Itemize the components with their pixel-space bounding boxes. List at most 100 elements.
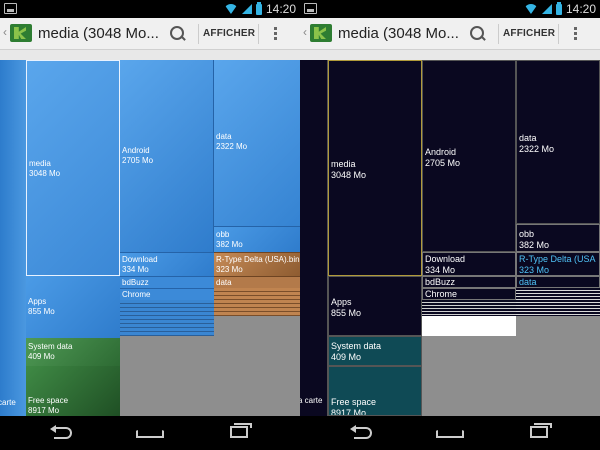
status-bar: 14:20	[300, 0, 600, 18]
page-title: media (3048 Mo...	[338, 25, 459, 42]
cell-name: media	[29, 159, 51, 168]
treemap-cell-data[interactable]: data 2322 Mo	[516, 60, 600, 224]
treemap-cell-bdbuzz[interactable]: bdBuzz	[120, 276, 214, 288]
treemap-cell-unused	[516, 316, 600, 416]
cell-name: System data	[28, 342, 73, 351]
cell-size: 382 Mo	[216, 240, 243, 249]
cell-label: carte	[0, 398, 16, 407]
search-icon[interactable]	[170, 26, 186, 42]
cell-name: System data	[331, 341, 382, 351]
cell-name: data	[216, 278, 232, 287]
cell-size: 8917 Mo	[331, 408, 367, 416]
cell-name: R-Type Delta (USA	[519, 254, 596, 264]
cell-name: Apps	[331, 297, 352, 307]
afficher-button[interactable]: AFFICHER	[203, 28, 255, 39]
cell-size: 323 Mo	[216, 265, 243, 274]
divider	[258, 24, 259, 44]
cell-size: 2705 Mo	[425, 158, 461, 168]
signal-icon	[541, 4, 552, 14]
home-icon[interactable]	[136, 426, 164, 438]
treemap-small-files[interactable]	[422, 300, 516, 316]
status-icons: 14:20	[523, 1, 596, 17]
treemap-cell-free-space[interactable]: Free space 8917 Mo	[26, 366, 120, 416]
image-notification-icon	[304, 3, 317, 14]
treemap-small-files[interactable]	[120, 300, 214, 336]
cell-name: Apps	[28, 297, 47, 306]
treemap-cell-android[interactable]: Android 2705 Mo	[422, 60, 516, 252]
recent-apps-icon[interactable]	[530, 423, 552, 438]
treemap-cell-apps[interactable]: Apps 855 Mo	[26, 276, 120, 338]
treemap-cell-rtype[interactable]: R-Type Delta (USA).bin 323 Mo	[214, 252, 300, 276]
divider	[558, 24, 559, 44]
treemap-cell-media[interactable]: media 3048 Mo	[26, 60, 120, 276]
cell-size: 2322 Mo	[216, 142, 248, 151]
up-caret-icon[interactable]: ‹	[303, 26, 309, 38]
cell-size: 409 Mo	[28, 352, 55, 361]
cell-name: data	[519, 133, 537, 143]
treemap-cell-data-sub[interactable]: data	[516, 276, 600, 288]
treemap-cell-android[interactable]: Android 2705 Mo	[120, 60, 214, 252]
cell-name: Download	[425, 254, 466, 264]
treemap-cell-media[interactable]: media 3048 Mo	[328, 60, 422, 276]
navigation-bar	[0, 416, 600, 450]
divider	[498, 24, 499, 44]
diskusage-app-icon[interactable]	[310, 24, 332, 42]
overflow-menu-icon[interactable]	[574, 27, 578, 43]
cell-size: 2322 Mo	[519, 144, 555, 154]
treemap-cell-unused	[214, 316, 300, 416]
cell-size: 855 Mo	[331, 308, 362, 318]
home-icon[interactable]	[436, 426, 464, 438]
cell-size: 334 Mo	[122, 265, 149, 274]
treemap-cell-tiny-files[interactable]	[422, 316, 516, 336]
treemap-cell-data[interactable]: data 2322 Mo	[214, 60, 300, 226]
treemap-cell-parent[interactable]: carte	[0, 60, 26, 416]
afficher-button[interactable]: AFFICHER	[503, 28, 555, 39]
status-time: 14:20	[565, 2, 596, 16]
treemap-cell-system-data[interactable]: System data 409 Mo	[328, 336, 422, 366]
screenshot-root: 14:20 ‹ media (3048 Mo... AFFICHER carte…	[0, 0, 600, 450]
treemap-cell-data-sub[interactable]: data	[214, 276, 300, 288]
cell-name: Free space	[331, 397, 377, 407]
diskusage-app-icon[interactable]	[10, 24, 32, 42]
back-icon[interactable]	[350, 425, 374, 439]
cell-name: Android	[425, 147, 457, 157]
treemap-cell-obb[interactable]: obb 382 Mo	[516, 224, 600, 252]
signal-icon	[241, 4, 252, 14]
back-icon[interactable]	[50, 425, 74, 439]
status-time: 14:20	[265, 2, 296, 16]
page-title: media (3048 Mo...	[38, 25, 159, 42]
treemap-small-files[interactable]	[516, 288, 600, 316]
search-icon[interactable]	[470, 26, 486, 42]
image-notification-icon	[4, 3, 17, 14]
cell-name: Free space	[28, 396, 69, 405]
treemap-cell-system-data[interactable]: System data 409 Mo	[26, 338, 120, 366]
treemap-small-files[interactable]	[214, 288, 300, 316]
treemap-top-strip	[0, 50, 300, 60]
treemap-cell-chrome[interactable]: Chrome	[120, 288, 214, 300]
treemap-cell-download[interactable]: Download 334 Mo	[120, 252, 214, 276]
recent-apps-icon[interactable]	[230, 423, 252, 438]
treemap-cell-download[interactable]: Download 334 Mo	[422, 252, 516, 276]
cell-size: 2705 Mo	[122, 156, 154, 165]
cell-size: 855 Mo	[28, 307, 55, 316]
cell-name: obb	[519, 229, 535, 239]
treemap-cell-unused	[422, 336, 516, 416]
treemap-cell-free-space[interactable]: Free space 8917 Mo	[328, 366, 422, 416]
treemap-cell-apps[interactable]: Apps 855 Mo	[328, 276, 422, 336]
battery-icon	[555, 1, 562, 15]
cell-size: 8917 Mo	[28, 406, 60, 415]
treemap-cell-obb[interactable]: obb 382 Mo	[214, 226, 300, 252]
treemap-cell-parent[interactable]: a carte	[300, 60, 328, 416]
overflow-menu-icon[interactable]	[274, 27, 278, 43]
treemap: carte media 3048 Mo Apps 855 Mo System d…	[0, 60, 300, 416]
treemap-top-strip	[300, 50, 600, 60]
treemap-cell-chrome[interactable]: Chrome	[422, 288, 516, 300]
divider	[198, 24, 199, 44]
cell-size: 334 Mo	[425, 265, 456, 275]
treemap-cell-bdbuzz[interactable]: bdBuzz	[422, 276, 516, 288]
cell-name: obb	[216, 230, 230, 239]
up-caret-icon[interactable]: ‹	[3, 26, 9, 38]
cell-label: a carte	[300, 396, 323, 405]
treemap-cell-rtype[interactable]: R-Type Delta (USA 323 Mo	[516, 252, 600, 276]
cell-size: 323 Mo	[519, 265, 550, 275]
